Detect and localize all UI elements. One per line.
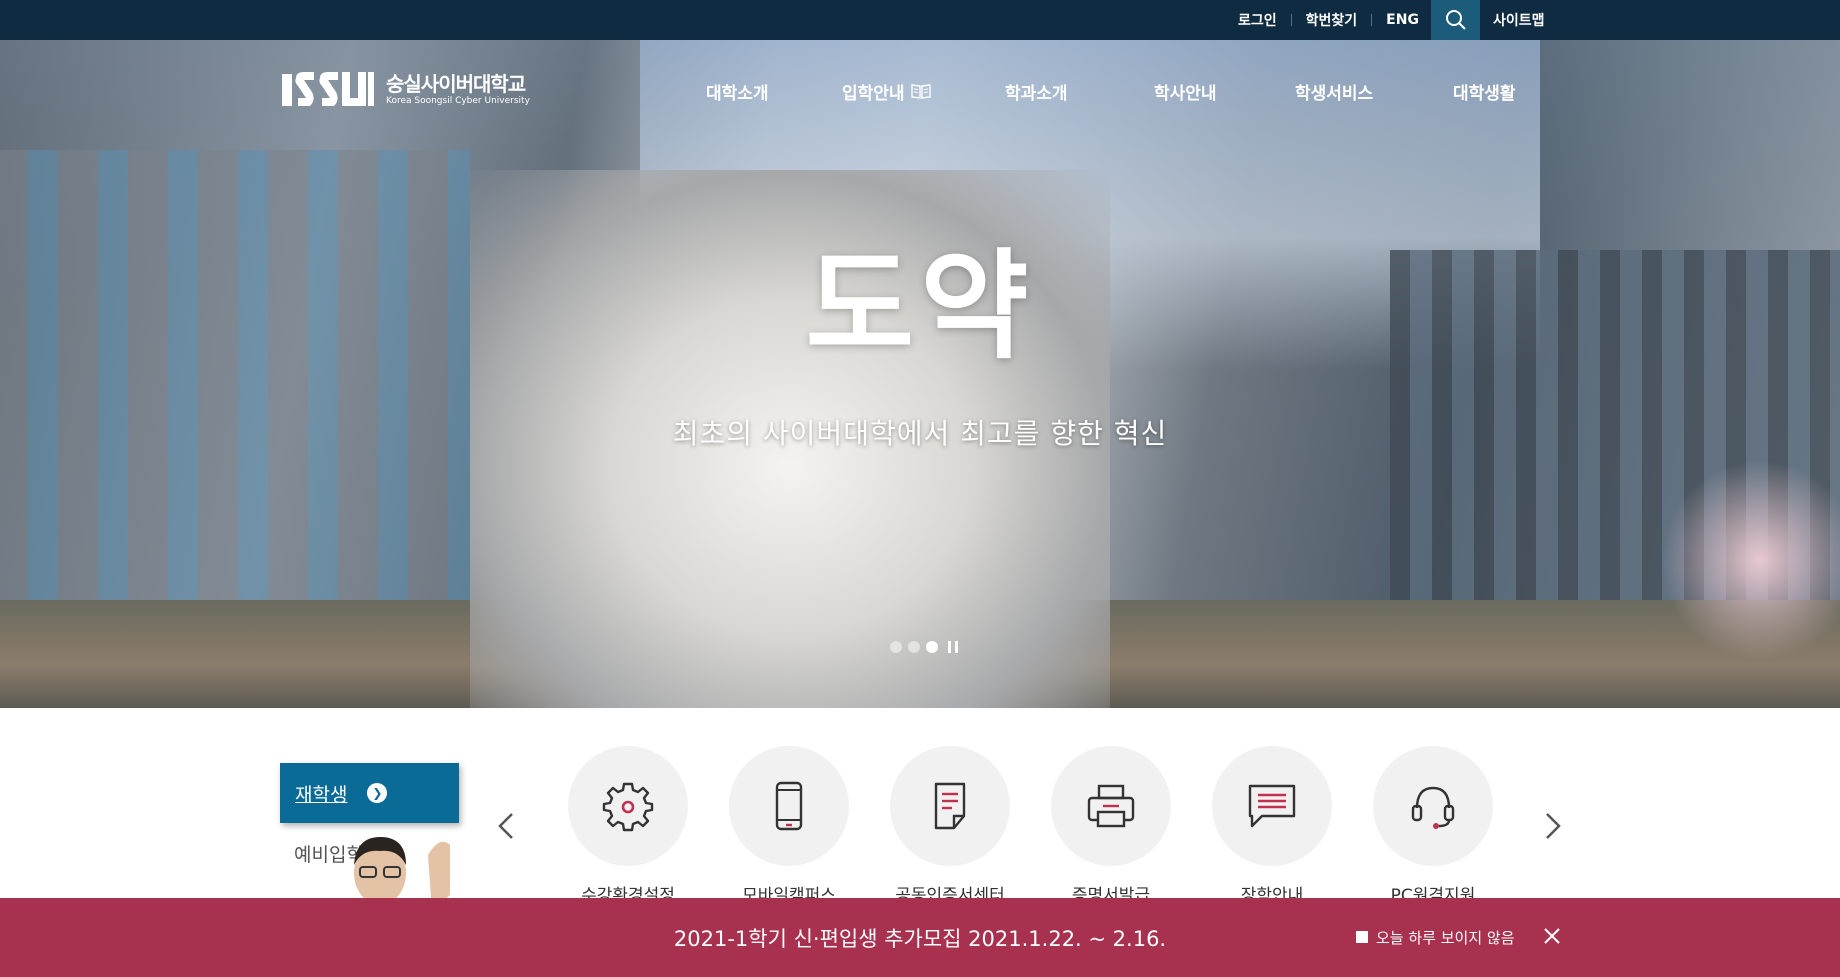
login-link[interactable]: 로그인 bbox=[1238, 10, 1277, 30]
university-logo[interactable]: 숭실사이버대학교 Korea Soongsil Cyber University bbox=[280, 68, 530, 112]
book-icon bbox=[910, 84, 931, 99]
top-utility-bar: 로그인 학번찾기 ENG 사이트맵 bbox=[0, 0, 1840, 40]
search-button[interactable] bbox=[1431, 0, 1480, 40]
logo-text: 숭실사이버대학교 Korea Soongsil Cyber University bbox=[386, 73, 530, 107]
hero-title: 도약 bbox=[805, 237, 1035, 375]
chevron-right-icon: ❯ bbox=[367, 783, 388, 803]
hide-today-label: 오늘 하루 보이지 않음 bbox=[1376, 928, 1515, 947]
close-icon[interactable] bbox=[1542, 926, 1562, 946]
nav-academics[interactable]: 학사안내 bbox=[1154, 76, 1217, 106]
gear-icon bbox=[602, 782, 654, 832]
quick-icon-circle bbox=[1051, 746, 1171, 866]
english-link[interactable]: ENG bbox=[1386, 12, 1419, 28]
logo-name-korean: 숭실사이버대학교 bbox=[386, 72, 526, 96]
printer-icon bbox=[1087, 784, 1135, 828]
slide-dot-active[interactable] bbox=[926, 641, 938, 653]
hero-subtitle: 최초의 사이버대학에서 최고를 향한 혁신 bbox=[672, 417, 1168, 450]
nav-about[interactable]: 대학소개 bbox=[706, 76, 769, 106]
hide-today-toggle[interactable]: 오늘 하루 보이지 않음 bbox=[1356, 924, 1515, 950]
checkbox-icon bbox=[1356, 931, 1368, 943]
search-icon bbox=[1445, 10, 1466, 30]
quick-icon-circle bbox=[1373, 746, 1493, 866]
popup-message[interactable]: 2021-1학기 신·편입생 추가모집 2021.1.22. ~ 2.16. bbox=[0, 898, 1840, 977]
tab-current-students-label: 재학생 bbox=[295, 783, 348, 806]
quick-icon-circle bbox=[568, 746, 688, 866]
sitemap-link[interactable]: 사이트맵 bbox=[1493, 0, 1545, 40]
divider bbox=[1290, 14, 1292, 26]
slide-dot[interactable] bbox=[908, 641, 920, 653]
nav-admission-label: 입학안내 bbox=[842, 83, 905, 104]
nav-departments[interactable]: 학과소개 bbox=[1005, 76, 1068, 106]
logo-name-english: Korea Soongsil Cyber University bbox=[386, 96, 530, 106]
quick-pc-remote-support[interactable]: PC원격지원 bbox=[1353, 746, 1513, 906]
quick-course-settings[interactable]: 수강환경설정 bbox=[548, 746, 708, 906]
quick-icon-circle bbox=[729, 746, 849, 866]
find-student-id-link[interactable]: 학번찾기 bbox=[1306, 10, 1358, 30]
quick-prev-arrow-icon[interactable] bbox=[494, 806, 518, 846]
quick-scholarship[interactable]: 장학안내 bbox=[1192, 746, 1352, 906]
pause-button[interactable] bbox=[948, 641, 958, 653]
logo-mark-icon bbox=[282, 72, 374, 106]
chat-icon bbox=[1248, 784, 1296, 828]
utility-links: 로그인 학번찾기 ENG bbox=[1238, 0, 1419, 40]
tab-current-students[interactable]: 재학생 ❯ bbox=[280, 763, 459, 823]
slide-indicator bbox=[890, 641, 958, 653]
nav-campus-life[interactable]: 대학생활 bbox=[1453, 76, 1516, 106]
divider bbox=[1371, 14, 1373, 26]
notice-popup-bar: 2021-1학기 신·편입생 추가모집 2021.1.22. ~ 2.16. 오… bbox=[0, 898, 1840, 977]
document-icon bbox=[934, 782, 966, 830]
quick-icon-circle bbox=[890, 746, 1010, 866]
nav-student-services[interactable]: 학생서비스 bbox=[1295, 76, 1373, 106]
quick-mobile-campus[interactable]: 모바일캠퍼스 bbox=[709, 746, 869, 906]
headset-icon bbox=[1411, 786, 1455, 829]
quick-certificate-center[interactable]: 공동인증서센터 bbox=[870, 746, 1030, 906]
quick-icon-circle bbox=[1212, 746, 1332, 866]
slide-dot[interactable] bbox=[890, 641, 902, 653]
mobile-icon bbox=[775, 781, 803, 831]
nav-admission[interactable]: 입학안내 bbox=[842, 76, 931, 106]
quick-certificate-issue[interactable]: 증명서발급 bbox=[1031, 746, 1191, 906]
quick-next-arrow-icon[interactable] bbox=[1541, 806, 1565, 846]
